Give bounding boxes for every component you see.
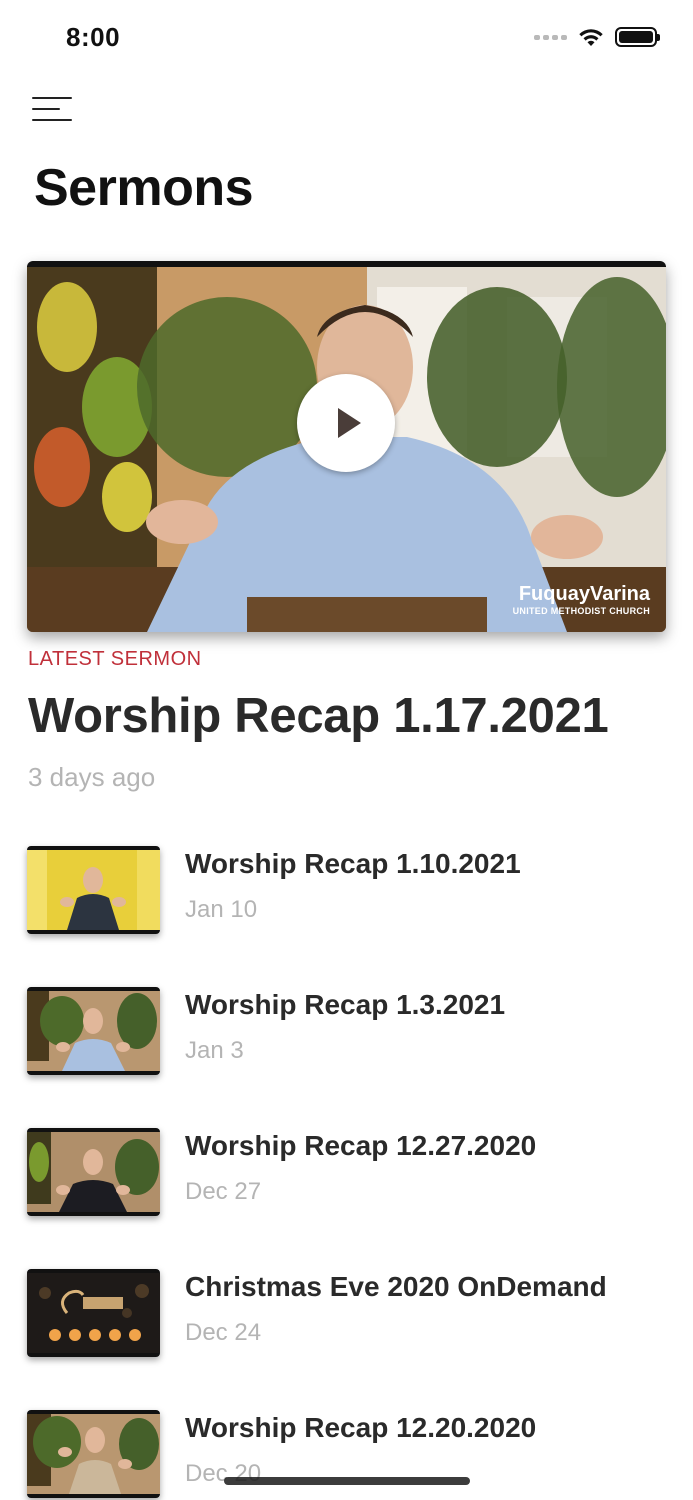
play-button[interactable] — [297, 374, 395, 472]
latest-sermon-date: 3 days ago — [28, 762, 156, 792]
sermon-title: Worship Recap 1.10.2021 — [185, 848, 521, 879]
sermon-date: Jan 10 — [185, 896, 258, 923]
sermon-item[interactable]: Worship Recap 1.3.2021 Jan 3 — [0, 987, 693, 1077]
sermon-title: Worship Recap 12.20.2020 — [185, 1412, 537, 1443]
featured-sermon-video[interactable]: FuquayVarina UNITED METHODIST CHURCH — [27, 261, 666, 632]
wifi-icon — [579, 29, 603, 46]
status-time: 8:00 — [66, 22, 121, 52]
church-logo: FuquayVarina UNITED METHODIST CHURCH — [513, 583, 650, 616]
signal-icon — [534, 34, 567, 40]
sermon-thumbnail — [27, 846, 160, 934]
home-indicator[interactable] — [224, 1477, 470, 1485]
play-icon — [338, 408, 361, 438]
latest-sermon-title[interactable]: Worship Recap 1.17.2021 — [28, 688, 609, 744]
logo-name: FuquayVarina — [518, 583, 650, 605]
sermon-title: Worship Recap 1.3.2021 — [185, 989, 506, 1020]
sermon-date: Dec 24 — [185, 1319, 262, 1346]
status-bar: 8:00 — [0, 0, 693, 76]
sermon-thumbnail — [27, 1128, 160, 1216]
page-title: Sermons — [34, 159, 254, 217]
sermon-date: Dec 27 — [185, 1178, 262, 1205]
sermon-item[interactable]: Worship Recap 1.10.2021 Jan 10 — [0, 846, 693, 936]
sermon-date: Jan 3 — [185, 1037, 244, 1064]
sermon-item[interactable]: Christmas Eve 2020 OnDemand Dec 24 — [0, 1269, 693, 1359]
sermon-title: Christmas Eve 2020 OnDemand — [185, 1271, 607, 1302]
battery-icon — [615, 27, 660, 47]
logo-subtitle: UNITED METHODIST CHURCH — [512, 606, 650, 616]
sermon-title: Worship Recap 12.27.2020 — [185, 1130, 537, 1161]
sermon-item[interactable]: Worship Recap 12.27.2020 Dec 27 — [0, 1128, 693, 1218]
sermon-thumbnail — [27, 987, 160, 1075]
sermon-thumbnail — [27, 1269, 160, 1357]
latest-sermon-label: LATEST SERMON — [28, 648, 202, 670]
sermon-thumbnail — [27, 1410, 160, 1498]
sermon-item[interactable]: Worship Recap 12.20.2020 Dec 20 — [0, 1410, 693, 1500]
status-icons — [534, 26, 660, 48]
hamburger-menu-icon[interactable] — [32, 94, 74, 126]
